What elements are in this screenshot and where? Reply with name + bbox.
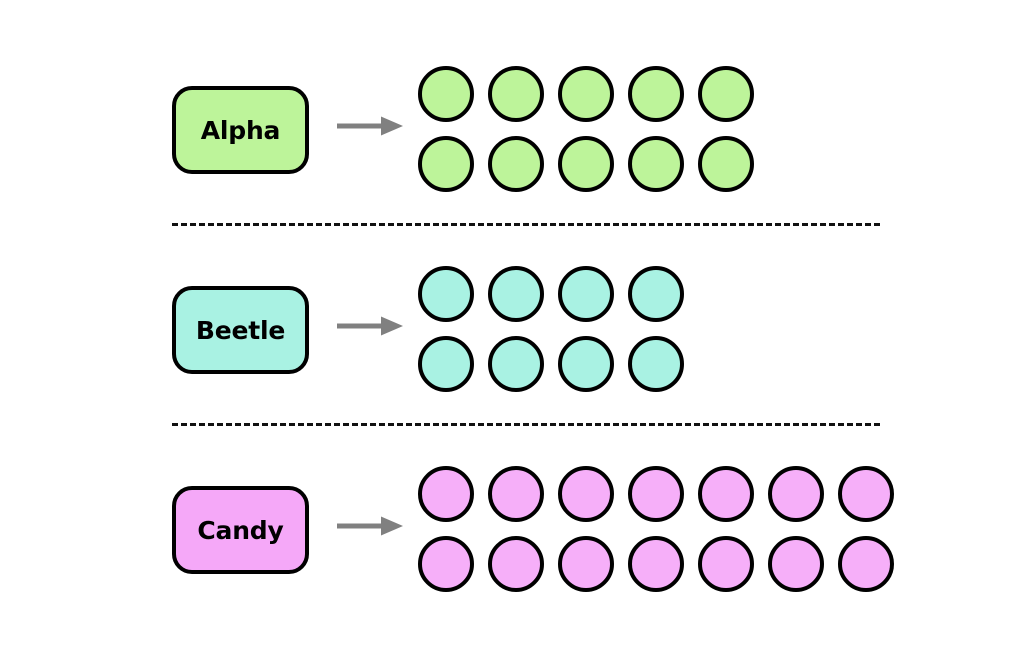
group-label-text: Alpha [200, 115, 281, 145]
dot[interactable] [418, 536, 474, 592]
dot-row [418, 336, 684, 392]
dot-row [418, 66, 754, 122]
dot[interactable] [418, 66, 474, 122]
dot[interactable] [698, 136, 754, 192]
dot[interactable] [628, 336, 684, 392]
dot[interactable] [488, 536, 544, 592]
dot[interactable] [418, 266, 474, 322]
dot[interactable] [418, 466, 474, 522]
right-arrow-icon [337, 516, 403, 536]
dot[interactable] [418, 136, 474, 192]
dot[interactable] [628, 536, 684, 592]
dot[interactable] [558, 266, 614, 322]
dot[interactable] [418, 336, 474, 392]
group-label-box-candy[interactable]: Candy [172, 486, 309, 574]
dot[interactable] [698, 536, 754, 592]
dot[interactable] [488, 266, 544, 322]
dot-grid-beetle [418, 266, 684, 392]
dot-row [418, 136, 754, 192]
dot-row [418, 266, 684, 322]
group-separator [172, 223, 880, 226]
dot-grid-candy [418, 466, 894, 592]
dot[interactable] [488, 466, 544, 522]
group-label-box-beetle[interactable]: Beetle [172, 286, 309, 374]
dot[interactable] [628, 266, 684, 322]
group-row-beetle: Beetle [0, 254, 1024, 409]
dot[interactable] [768, 536, 824, 592]
dot[interactable] [768, 466, 824, 522]
dot[interactable] [558, 466, 614, 522]
dot[interactable] [558, 536, 614, 592]
right-arrow-icon [337, 316, 403, 336]
group-separator [172, 423, 880, 426]
dot-grid-alpha [418, 66, 754, 192]
right-arrow-icon [337, 116, 403, 136]
group-row-alpha: Alpha [0, 54, 1024, 209]
diagram-canvas: Alpha Beetle Candy [0, 0, 1024, 652]
dot[interactable] [628, 66, 684, 122]
dot[interactable] [488, 66, 544, 122]
dot[interactable] [558, 336, 614, 392]
group-label-box-alpha[interactable]: Alpha [172, 86, 309, 174]
dot[interactable] [488, 136, 544, 192]
dot-row [418, 536, 894, 592]
dot[interactable] [558, 66, 614, 122]
dot-row [418, 466, 894, 522]
dot[interactable] [698, 466, 754, 522]
dot[interactable] [488, 336, 544, 392]
group-label-text: Beetle [195, 315, 286, 345]
group-row-candy: Candy [0, 454, 1024, 609]
dot[interactable] [628, 136, 684, 192]
dot[interactable] [558, 136, 614, 192]
dot[interactable] [698, 66, 754, 122]
dot[interactable] [838, 466, 894, 522]
dot[interactable] [628, 466, 684, 522]
group-label-text: Candy [197, 515, 284, 545]
dot[interactable] [838, 536, 894, 592]
